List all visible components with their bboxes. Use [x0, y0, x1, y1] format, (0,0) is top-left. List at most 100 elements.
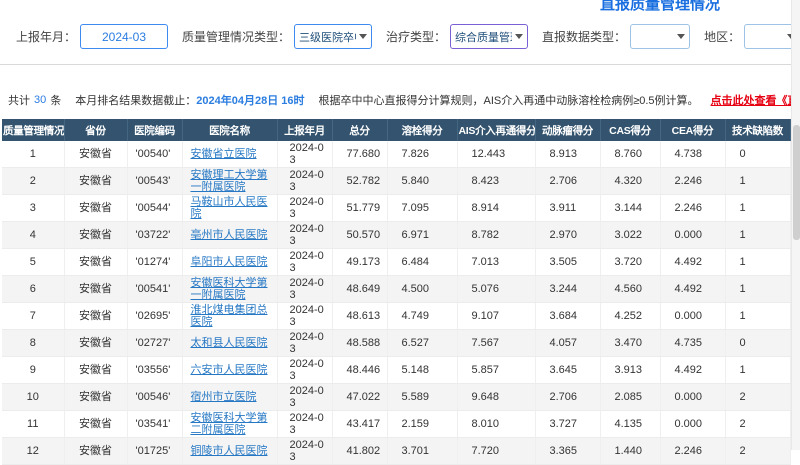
table-cell: 4.492 [660, 248, 726, 276]
table-cell: 安徽省 [64, 194, 128, 222]
hospital-link[interactable]: 马鞍山市人民医院 [191, 196, 268, 220]
table-cell: 51.779 [332, 194, 388, 222]
table-cell: 1 [725, 194, 791, 222]
column-header: 质量管理情况 [2, 119, 65, 141]
table-cell: 12 [2, 437, 65, 465]
hospital-link[interactable]: 淮北煤电集团总医院 [191, 304, 268, 328]
filter-bar: 上报年月： 质量管理情况类型： 三级医院卒中中心 治疗类型： 综合质量管理情况 … [16, 24, 800, 49]
table-cell: 1.440 [600, 437, 661, 465]
table-row: 2 安徽省 '00543' 安徽理工大学第一附属医院 2024-03 52.782 5.84… [2, 167, 791, 195]
table-cell: 2024-03 [277, 167, 333, 195]
total-count: 30 [34, 94, 47, 106]
table-cell: 2024-03 [277, 221, 333, 249]
table-cell: 47.022 [332, 383, 388, 411]
chevron-down-icon [515, 34, 524, 39]
table-cell: 3.505 [535, 248, 601, 276]
table-cell: 3.144 [600, 194, 661, 222]
hospital-link[interactable]: 阜阳市人民医院 [191, 256, 268, 268]
table-cell: 1 [725, 302, 791, 330]
quality-type-label: 质量管理情况类型： [182, 30, 291, 44]
table-row: 8 安徽省 '02727' 太和县人民医院 2024-03 48.588 6.527 7.56… [2, 329, 791, 357]
hospital-link[interactable]: 六安市人民医院 [191, 364, 268, 376]
table-cell: 5 [2, 248, 65, 276]
table-cell: 7.095 [387, 194, 458, 222]
table-cell: 2.159 [387, 410, 458, 438]
table-row: 1 安徽省 '00540' 安徽省立医院 2024-03 77.680 7.826 12.44… [2, 141, 791, 168]
table-row: 9 安徽省 '03556' 六安市人民医院 2024-03 48.446 5.148 5.85… [2, 356, 791, 384]
table-cell: 6.971 [387, 221, 458, 249]
hospital-link[interactable]: 安徽理工大学第一附属医院 [191, 169, 268, 193]
table-cell: 4.738 [660, 141, 726, 168]
table-cell: 5.840 [387, 167, 458, 195]
table-cell: 2024-03 [277, 141, 333, 168]
table-cell: 41.802 [332, 437, 388, 465]
table-cell: 阜阳市人民医院 [182, 248, 278, 276]
table-cell: 7.720 [457, 437, 536, 465]
table-cell: 7.826 [387, 141, 458, 168]
quality-type-select[interactable]: 三级医院卒中中心 [294, 24, 373, 49]
total-prefix: 共计 [8, 95, 30, 107]
table-cell: 安徽省 [64, 437, 128, 465]
rule-note: 根据卒中中心直报得分计算规则，AIS介入再通中动脉溶栓检病例≥0.5例计算。 [318, 95, 699, 107]
table-cell: 安徽省 [64, 248, 128, 276]
report-data-type-select[interactable] [630, 24, 691, 49]
table-cell: 安徽医科大学第一附属医院 [182, 275, 278, 303]
table-cell: 2.706 [535, 167, 601, 195]
table-cell: 六安市人民医院 [182, 356, 278, 384]
table-cell: 48.613 [332, 302, 388, 330]
ranking-table: 质量管理情况 省份 医院编码 医院名称 上报年月 总分 溶栓得分 AIS介入再通得分 动脉瘤得分… [2, 119, 791, 465]
column-header: CEA得分 [660, 119, 726, 141]
hospital-link[interactable]: 安徽医科大学第二附属医院 [191, 412, 268, 436]
table-cell: '02727' [127, 329, 183, 357]
table-cell: 5.148 [387, 356, 458, 384]
table-cell: 安徽省 [64, 167, 128, 195]
table-cell: 2.246 [660, 437, 726, 465]
table-cell: 6.527 [387, 329, 458, 357]
hospital-link[interactable]: 铜陵市人民医院 [191, 445, 268, 457]
table-cell: 77.680 [332, 141, 388, 168]
table-cell: 2.706 [535, 383, 601, 411]
table-cell: 7 [2, 302, 65, 330]
table-cell: '01725' [127, 437, 183, 465]
hospital-link[interactable]: 亳州市人民医院 [191, 229, 268, 241]
table-cell: 9.648 [457, 383, 536, 411]
table-cell: 4.492 [660, 275, 726, 303]
table-cell: 7.567 [457, 329, 536, 357]
vertical-scrollbar[interactable] [791, 0, 800, 450]
table-cell: 3.911 [535, 194, 601, 222]
table-cell: 6.484 [387, 248, 458, 276]
total-suffix: 条 [50, 95, 62, 107]
table-cell: 铜陵市人民医院 [182, 437, 278, 465]
rule-link[interactable]: 点击此处查看《直报质量管理情况计分规则》 [711, 92, 800, 108]
table-cell: 1 [725, 167, 791, 195]
table-cell: 2 [725, 383, 791, 411]
hospital-link[interactable]: 宿州市立医院 [191, 391, 257, 403]
column-header: 上报年月 [277, 119, 333, 141]
table-row: 4 安徽省 '03722' 亳州市人民医院 2024-03 50.570 6.971 8.78… [2, 221, 791, 249]
table-cell: 4.320 [600, 167, 661, 195]
table-cell: 4.057 [535, 329, 601, 357]
table-cell: 4.560 [600, 275, 661, 303]
scrollbar-thumb[interactable] [793, 125, 800, 240]
table-cell: 3.913 [600, 356, 661, 384]
region-label: 地区： [704, 30, 741, 44]
treatment-type-label: 治疗类型： [386, 30, 447, 44]
table-cell: 6 [2, 275, 65, 303]
table-cell: 2.085 [600, 383, 661, 411]
table-cell: 3.645 [535, 356, 601, 384]
table-cell: 8.010 [457, 410, 536, 438]
column-header: 技术缺陷数 [725, 119, 791, 141]
table-row: 10 安徽省 '00546' 宿州市立医院 2024-03 47.022 5.589 9.64… [2, 383, 791, 411]
table-cell: 3 [2, 194, 65, 222]
hospital-link[interactable]: 安徽医科大学第一附属医院 [191, 277, 268, 301]
table-cell: 43.417 [332, 410, 388, 438]
table-cell: 0.000 [660, 302, 726, 330]
table-row: 7 安徽省 '02695' 淮北煤电集团总医院 2024-03 48.613 4.749 9.… [2, 302, 791, 330]
table-cell: 2.970 [535, 221, 601, 249]
report-month-input[interactable] [80, 24, 169, 49]
table-cell: 48.588 [332, 329, 388, 357]
treatment-type-select[interactable]: 综合质量管理情况 [450, 24, 529, 49]
hospital-link[interactable]: 安徽省立医院 [191, 148, 257, 160]
table-cell: 52.782 [332, 167, 388, 195]
hospital-link[interactable]: 太和县人民医院 [191, 337, 268, 349]
